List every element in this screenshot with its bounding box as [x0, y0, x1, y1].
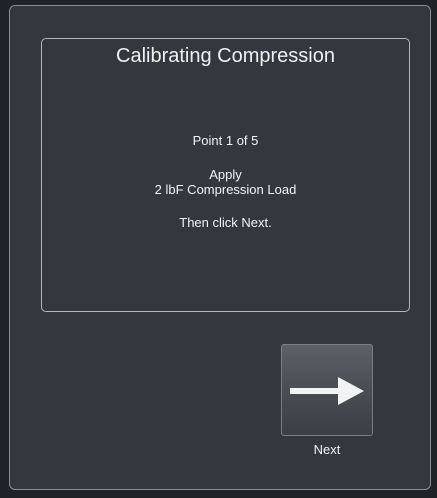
next-button[interactable] [281, 344, 373, 436]
next-instruction: Then click Next. [179, 215, 272, 230]
point-counter: Point 1 of 5 [192, 133, 259, 148]
next-button-label[interactable]: Next [281, 442, 373, 457]
calibration-title: Calibrating Compression [116, 45, 335, 67]
calibration-panel: Calibrating Compression Point 1 of 5 App… [41, 38, 410, 312]
load-instruction: 2 lbF Compression Load [154, 182, 297, 197]
apply-label: Apply [209, 167, 242, 182]
arrow-right-icon [290, 377, 364, 405]
calibration-dialog: Calibrating Compression Point 1 of 5 App… [9, 5, 431, 490]
